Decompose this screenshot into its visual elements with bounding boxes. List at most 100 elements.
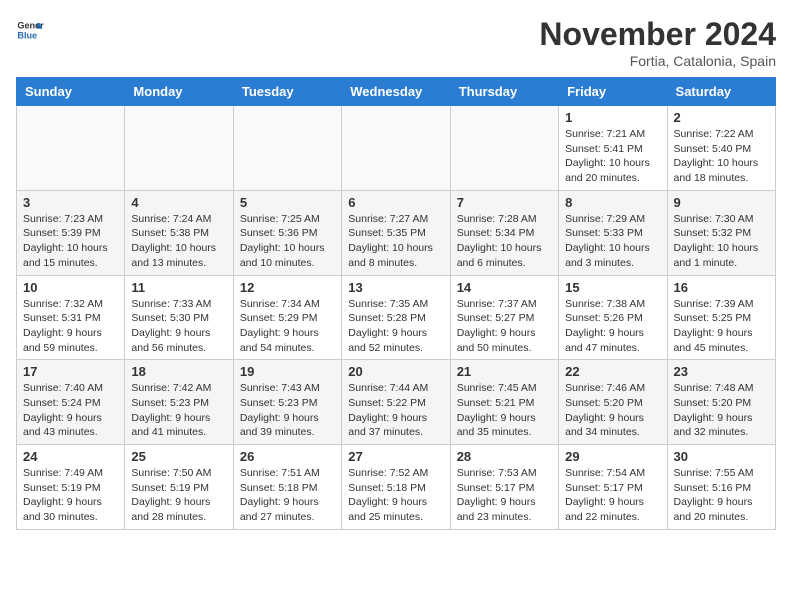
day-info: Sunrise: 7:55 AMSunset: 5:16 PMDaylight:… bbox=[674, 466, 769, 525]
calendar-cell bbox=[342, 106, 450, 191]
calendar-cell: 10 Sunrise: 7:32 AMSunset: 5:31 PMDayligh… bbox=[17, 275, 125, 360]
calendar-cell: 17 Sunrise: 7:40 AMSunset: 5:24 PMDayligh… bbox=[17, 360, 125, 445]
calendar-cell: 25 Sunrise: 7:50 AMSunset: 5:19 PMDayligh… bbox=[125, 445, 233, 530]
day-number: 2 bbox=[674, 110, 769, 125]
day-number: 27 bbox=[348, 449, 443, 464]
day-info: Sunrise: 7:46 AMSunset: 5:20 PMDaylight:… bbox=[565, 381, 660, 440]
day-info: Sunrise: 7:51 AMSunset: 5:18 PMDaylight:… bbox=[240, 466, 335, 525]
weekday-header-row: SundayMondayTuesdayWednesdayThursdayFrid… bbox=[17, 78, 776, 106]
day-number: 6 bbox=[348, 195, 443, 210]
day-number: 15 bbox=[565, 280, 660, 295]
day-number: 17 bbox=[23, 364, 118, 379]
calendar-cell: 8 Sunrise: 7:29 AMSunset: 5:33 PMDaylight… bbox=[559, 190, 667, 275]
calendar-cell: 24 Sunrise: 7:49 AMSunset: 5:19 PMDayligh… bbox=[17, 445, 125, 530]
day-number: 28 bbox=[457, 449, 552, 464]
calendar-cell: 19 Sunrise: 7:43 AMSunset: 5:23 PMDayligh… bbox=[233, 360, 341, 445]
day-info: Sunrise: 7:45 AMSunset: 5:21 PMDaylight:… bbox=[457, 381, 552, 440]
page-header: General Blue November 2024 Fortia, Catal… bbox=[16, 16, 776, 69]
day-number: 26 bbox=[240, 449, 335, 464]
day-info: Sunrise: 7:38 AMSunset: 5:26 PMDaylight:… bbox=[565, 297, 660, 356]
logo: General Blue bbox=[16, 16, 44, 44]
calendar-cell: 11 Sunrise: 7:33 AMSunset: 5:30 PMDayligh… bbox=[125, 275, 233, 360]
calendar-week-1: 1Sunrise: 7:21 AMSunset: 5:41 PMDaylight… bbox=[17, 106, 776, 191]
calendar-cell bbox=[125, 106, 233, 191]
calendar-week-4: 17 Sunrise: 7:40 AMSunset: 5:24 PMDayligh… bbox=[17, 360, 776, 445]
day-number: 25 bbox=[131, 449, 226, 464]
calendar-cell: 3 Sunrise: 7:23 AMSunset: 5:39 PMDaylight… bbox=[17, 190, 125, 275]
calendar-cell: 14 Sunrise: 7:37 AMSunset: 5:27 PMDayligh… bbox=[450, 275, 558, 360]
calendar-cell: 4 Sunrise: 7:24 AMSunset: 5:38 PMDaylight… bbox=[125, 190, 233, 275]
day-number: 24 bbox=[23, 449, 118, 464]
calendar-cell: 16 Sunrise: 7:39 AMSunset: 5:25 PMDayligh… bbox=[667, 275, 775, 360]
calendar-cell: 18 Sunrise: 7:42 AMSunset: 5:23 PMDayligh… bbox=[125, 360, 233, 445]
calendar-cell: 23Sunrise: 7:48 AMSunset: 5:20 PMDayligh… bbox=[667, 360, 775, 445]
calendar-cell: 9Sunrise: 7:30 AMSunset: 5:32 PMDaylight… bbox=[667, 190, 775, 275]
day-number: 8 bbox=[565, 195, 660, 210]
day-info: Sunrise: 7:29 AMSunset: 5:33 PMDaylight:… bbox=[565, 212, 660, 271]
day-number: 4 bbox=[131, 195, 226, 210]
day-info: Sunrise: 7:50 AMSunset: 5:19 PMDaylight:… bbox=[131, 466, 226, 525]
day-info: Sunrise: 7:34 AMSunset: 5:29 PMDaylight:… bbox=[240, 297, 335, 356]
calendar-cell bbox=[233, 106, 341, 191]
day-number: 3 bbox=[23, 195, 118, 210]
day-info: Sunrise: 7:25 AMSunset: 5:36 PMDaylight:… bbox=[240, 212, 335, 271]
calendar-cell bbox=[17, 106, 125, 191]
day-info: Sunrise: 7:39 AMSunset: 5:25 PMDaylight:… bbox=[674, 297, 769, 356]
day-info: Sunrise: 7:35 AMSunset: 5:28 PMDaylight:… bbox=[348, 297, 443, 356]
logo-icon: General Blue bbox=[16, 16, 44, 44]
day-info: Sunrise: 7:43 AMSunset: 5:23 PMDaylight:… bbox=[240, 381, 335, 440]
day-info: Sunrise: 7:21 AMSunset: 5:41 PMDaylight:… bbox=[565, 127, 660, 186]
weekday-header-tuesday: Tuesday bbox=[233, 78, 341, 106]
calendar-cell: 29 Sunrise: 7:54 AMSunset: 5:17 PMDayligh… bbox=[559, 445, 667, 530]
day-info: Sunrise: 7:54 AMSunset: 5:17 PMDaylight:… bbox=[565, 466, 660, 525]
weekday-header-saturday: Saturday bbox=[667, 78, 775, 106]
day-number: 9 bbox=[674, 195, 769, 210]
calendar-cell: 20 Sunrise: 7:44 AMSunset: 5:22 PMDayligh… bbox=[342, 360, 450, 445]
day-info: Sunrise: 7:52 AMSunset: 5:18 PMDaylight:… bbox=[348, 466, 443, 525]
svg-text:Blue: Blue bbox=[17, 30, 37, 40]
day-number: 20 bbox=[348, 364, 443, 379]
day-info: Sunrise: 7:40 AMSunset: 5:24 PMDaylight:… bbox=[23, 381, 118, 440]
day-info: Sunrise: 7:24 AMSunset: 5:38 PMDaylight:… bbox=[131, 212, 226, 271]
day-number: 16 bbox=[674, 280, 769, 295]
day-number: 19 bbox=[240, 364, 335, 379]
day-number: 29 bbox=[565, 449, 660, 464]
day-info: Sunrise: 7:23 AMSunset: 5:39 PMDaylight:… bbox=[23, 212, 118, 271]
calendar-cell: 5Sunrise: 7:25 AMSunset: 5:36 PMDaylight… bbox=[233, 190, 341, 275]
calendar-cell: 26 Sunrise: 7:51 AMSunset: 5:18 PMDayligh… bbox=[233, 445, 341, 530]
calendar-cell bbox=[450, 106, 558, 191]
day-number: 13 bbox=[348, 280, 443, 295]
calendar-cell: 7Sunrise: 7:28 AMSunset: 5:34 PMDaylight… bbox=[450, 190, 558, 275]
day-info: Sunrise: 7:42 AMSunset: 5:23 PMDaylight:… bbox=[131, 381, 226, 440]
calendar-cell: 1Sunrise: 7:21 AMSunset: 5:41 PMDaylight… bbox=[559, 106, 667, 191]
calendar-week-2: 3 Sunrise: 7:23 AMSunset: 5:39 PMDaylight… bbox=[17, 190, 776, 275]
location: Fortia, Catalonia, Spain bbox=[539, 53, 776, 69]
day-info: Sunrise: 7:44 AMSunset: 5:22 PMDaylight:… bbox=[348, 381, 443, 440]
calendar-cell: 12 Sunrise: 7:34 AMSunset: 5:29 PMDayligh… bbox=[233, 275, 341, 360]
day-number: 30 bbox=[674, 449, 769, 464]
day-info: Sunrise: 7:48 AMSunset: 5:20 PMDaylight:… bbox=[674, 381, 769, 440]
title-block: November 2024 Fortia, Catalonia, Spain bbox=[539, 16, 776, 69]
calendar-cell: 15 Sunrise: 7:38 AMSunset: 5:26 PMDayligh… bbox=[559, 275, 667, 360]
day-info: Sunrise: 7:28 AMSunset: 5:34 PMDaylight:… bbox=[457, 212, 552, 271]
day-number: 12 bbox=[240, 280, 335, 295]
weekday-header-friday: Friday bbox=[559, 78, 667, 106]
month-title: November 2024 bbox=[539, 16, 776, 53]
day-number: 18 bbox=[131, 364, 226, 379]
day-number: 11 bbox=[131, 280, 226, 295]
calendar-cell: 2 Sunrise: 7:22 AMSunset: 5:40 PMDaylight… bbox=[667, 106, 775, 191]
calendar-week-3: 10 Sunrise: 7:32 AMSunset: 5:31 PMDayligh… bbox=[17, 275, 776, 360]
day-number: 14 bbox=[457, 280, 552, 295]
weekday-header-sunday: Sunday bbox=[17, 78, 125, 106]
calendar-cell: 22Sunrise: 7:46 AMSunset: 5:20 PMDayligh… bbox=[559, 360, 667, 445]
day-info: Sunrise: 7:49 AMSunset: 5:19 PMDaylight:… bbox=[23, 466, 118, 525]
calendar-cell: 30 Sunrise: 7:55 AMSunset: 5:16 PMDayligh… bbox=[667, 445, 775, 530]
day-info: Sunrise: 7:27 AMSunset: 5:35 PMDaylight:… bbox=[348, 212, 443, 271]
calendar-table: SundayMondayTuesdayWednesdayThursdayFrid… bbox=[16, 77, 776, 530]
day-info: Sunrise: 7:32 AMSunset: 5:31 PMDaylight:… bbox=[23, 297, 118, 356]
day-info: Sunrise: 7:53 AMSunset: 5:17 PMDaylight:… bbox=[457, 466, 552, 525]
day-info: Sunrise: 7:37 AMSunset: 5:27 PMDaylight:… bbox=[457, 297, 552, 356]
day-number: 10 bbox=[23, 280, 118, 295]
day-info: Sunrise: 7:33 AMSunset: 5:30 PMDaylight:… bbox=[131, 297, 226, 356]
day-info: Sunrise: 7:22 AMSunset: 5:40 PMDaylight:… bbox=[674, 127, 769, 186]
